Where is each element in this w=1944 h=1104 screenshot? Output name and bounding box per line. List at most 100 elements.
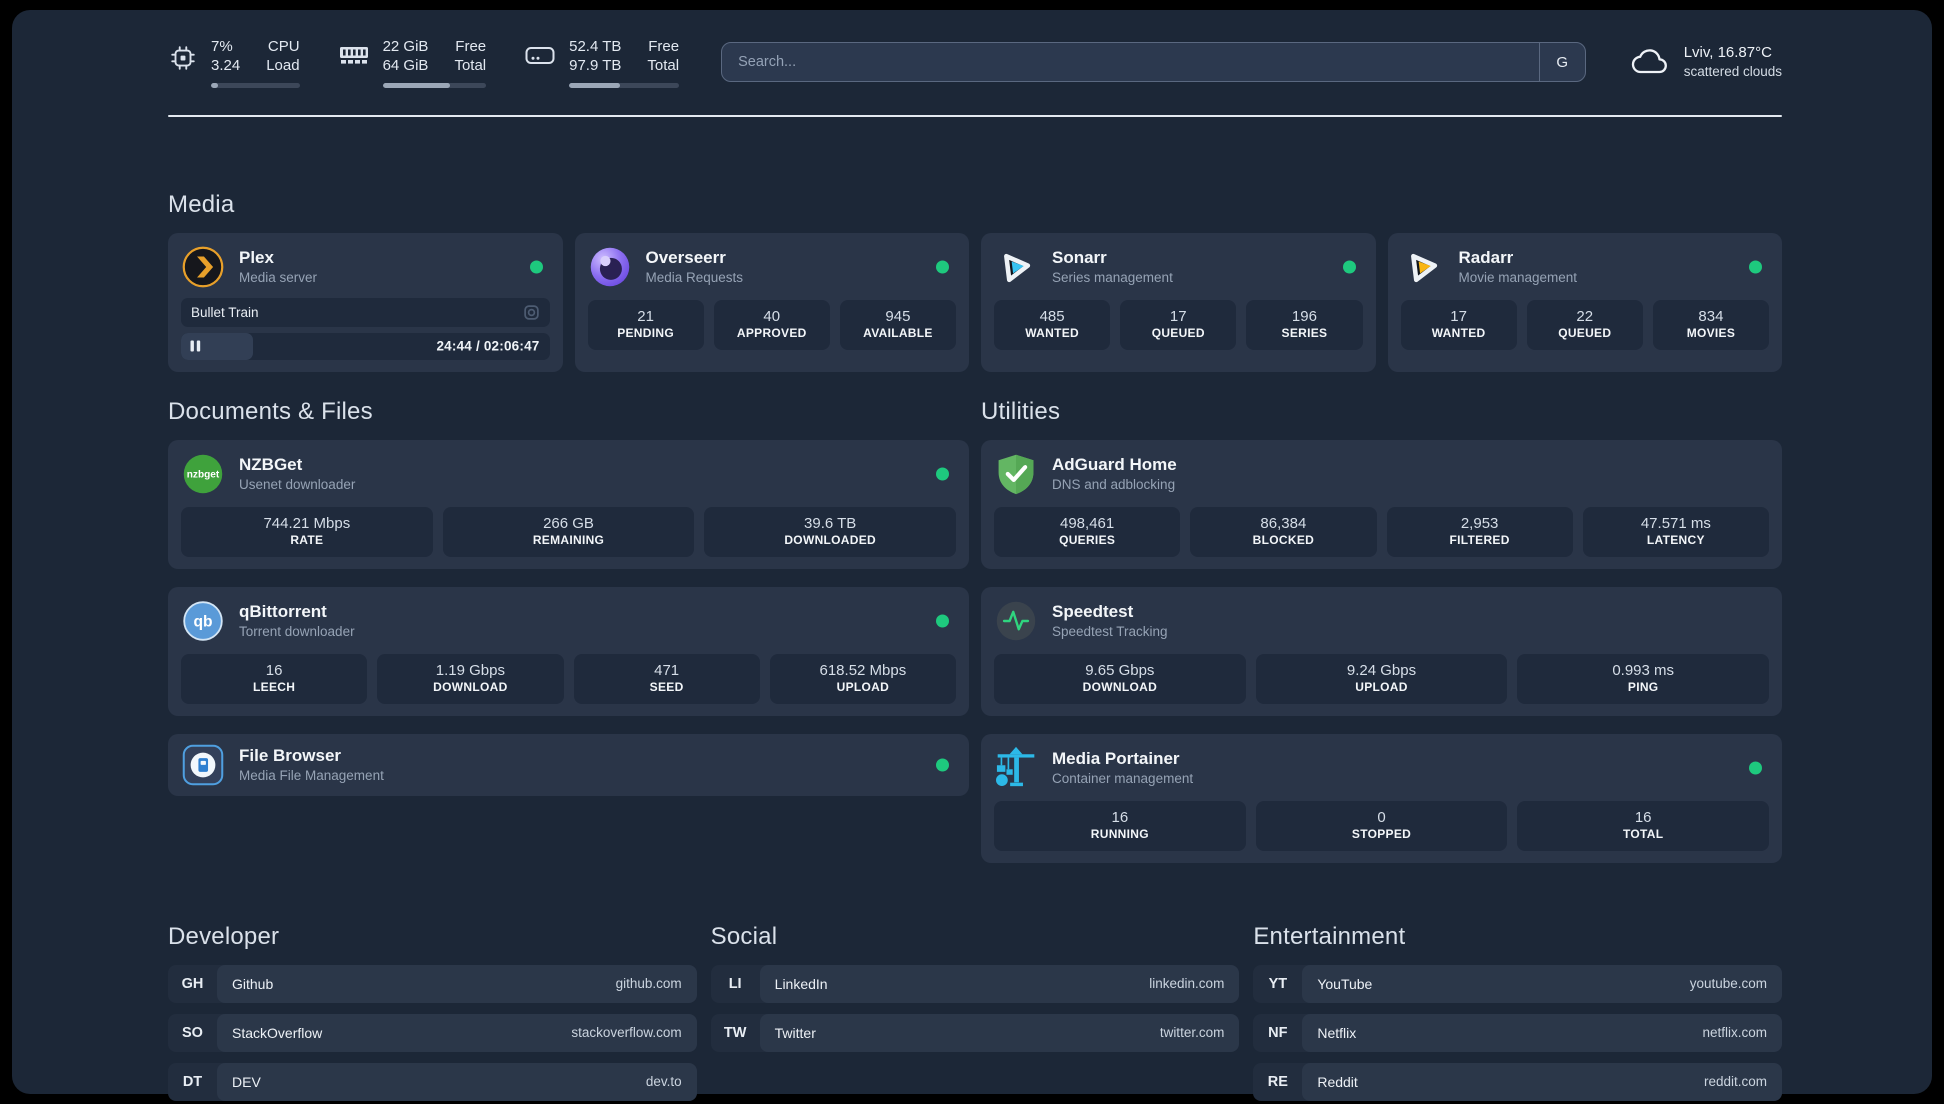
search-engine-button[interactable]: G — [1538, 43, 1585, 81]
cpu-load-value: 3.24 — [211, 57, 241, 74]
app-card-adguard[interactable]: AdGuard Home DNS and adblocking 498,461 … — [981, 439, 1782, 569]
link-netflix[interactable]: NF Netflix netflix.com — [1253, 1013, 1782, 1052]
disk-free-value: 52.4 TB — [569, 37, 622, 55]
app-description: DNS and adblocking — [1052, 476, 1176, 492]
section-title-utilities: Utilities — [981, 397, 1061, 425]
disk-progress-fill — [569, 82, 620, 88]
ram-icon — [338, 43, 370, 67]
link-github[interactable]: GH Github github.com — [168, 964, 697, 1003]
app-description: Media Requests — [645, 269, 744, 285]
pause-icon[interactable] — [190, 340, 201, 352]
section-utilities: Utilities AdGuard Home DNS and adblockin… — [981, 398, 1782, 863]
app-description: Movie management — [1458, 269, 1578, 285]
app-name: Overseerr — [645, 247, 726, 267]
link-name: Netflix — [1317, 1024, 1357, 1041]
app-card-plex[interactable]: Plex Media server Bullet Train 24:44 / 0… — [168, 232, 563, 372]
cloud-icon — [1630, 46, 1672, 78]
status-online-dot — [936, 614, 949, 628]
section-title-developer: Developer — [168, 922, 280, 950]
app-description: Speedtest Tracking — [1052, 623, 1168, 639]
disk-stats-widget: 52.4 TB 97.9 TB Free Total — [524, 37, 680, 88]
section-title-entertainment: Entertainment — [1253, 922, 1406, 950]
section-title-documents: Documents & Files — [168, 397, 373, 425]
stat-pending: 21 PENDING — [587, 299, 704, 350]
memory-free-value: 22 GiB — [382, 37, 429, 55]
link-name: Twitter — [774, 1024, 816, 1041]
stat-stopped: 0 STOPPED — [1255, 800, 1508, 851]
stat-downloaded: 39.6 TB DOWNLOADED — [704, 506, 957, 557]
dashboard-frame: 7% 3.24 CPU Load 22 GiB 64 GiB Free Tota… — [12, 10, 1932, 1101]
link-stackoverflow[interactable]: SO StackOverflow stackoverflow.com — [168, 1013, 697, 1052]
memory-stats-widget: 22 GiB 64 GiB Free Total — [338, 37, 487, 88]
app-card-qbittorrent[interactable]: qb qBittorrent Torrent downloader 16 LEE… — [168, 586, 969, 716]
stat-download: 9.65 Gbps DOWNLOAD — [994, 653, 1246, 704]
stat-blocked: 86,384 BLOCKED — [1190, 506, 1377, 557]
stat-running: 16 RUNNING — [994, 800, 1246, 851]
stat-series: 196 SERIES — [1246, 299, 1363, 350]
search-bar[interactable]: G — [721, 42, 1586, 82]
top-bar: 7% 3.24 CPU Load 22 GiB 64 GiB Free Tota… — [168, 36, 1782, 88]
app-name: Radarr — [1458, 247, 1514, 267]
stat-upload: 618.52 Mbps UPLOAD — [769, 653, 956, 704]
link-url: stackoverflow.com — [571, 1025, 682, 1041]
status-online-dot — [1342, 260, 1356, 273]
link-name: Reddit — [1317, 1073, 1358, 1090]
link-badge: YT — [1268, 975, 1288, 992]
svg-text:qb: qb — [193, 613, 212, 630]
link-url: linkedin.com — [1149, 976, 1225, 992]
section-documents: Documents & Files nzbget NZBGet Usenet d… — [168, 398, 969, 796]
stat-available: 945 AVAILABLE — [839, 299, 957, 350]
overseerr-icon — [588, 245, 632, 289]
link-youtube[interactable]: YT YouTube youtube.com — [1253, 964, 1782, 1003]
cpu-icon — [168, 43, 198, 73]
now-playing-title: Bullet Train — [191, 304, 259, 320]
stat-queued: 17 QUEUED — [1120, 299, 1237, 350]
playback-time: 24:44 / 02:06:47 — [436, 338, 540, 354]
stat-approved: 40 APPROVED — [713, 299, 830, 350]
app-card-portainer[interactable]: Media Portainer Container management 16 … — [981, 733, 1782, 863]
stat-movies: 834 MOVIES — [1652, 299, 1770, 350]
stat-filtered: 2,953 FILTERED — [1386, 506, 1573, 557]
app-card-nzbget[interactable]: nzbget NZBGet Usenet downloader 744.21 M… — [168, 439, 969, 569]
app-name: qBittorrent — [239, 602, 327, 622]
link-twitter[interactable]: TW Twitter twitter.com — [710, 1013, 1240, 1052]
memory-total-value: 64 GiB — [382, 57, 429, 74]
now-playing-title-row: Bullet Train — [181, 297, 550, 327]
system-stats: 7% 3.24 CPU Load 22 GiB 64 GiB Free Tota… — [168, 37, 680, 88]
app-description: Usenet downloader — [239, 476, 356, 492]
cpu-usage-value: 7% — [211, 37, 233, 55]
video-type-icon — [523, 304, 540, 321]
stat-download: 1.19 Gbps DOWNLOAD — [377, 653, 564, 704]
app-card-sonarr[interactable]: Sonarr Series management 485 WANTED 17 Q… — [981, 232, 1376, 372]
link-url: twitter.com — [1159, 1025, 1225, 1041]
app-card-filebrowser[interactable]: File Browser Media File Management — [168, 733, 969, 796]
cpu-progress-track — [211, 82, 300, 88]
stat-remaining: 266 GB REMAINING — [442, 506, 695, 557]
app-card-speedtest[interactable]: Speedtest Speedtest Tracking 9.65 Gbps D… — [981, 586, 1782, 716]
status-online-dot — [1749, 761, 1762, 775]
section-developer: Developer GH Github github.com SO StackO… — [168, 923, 697, 1101]
weather-location: Lviv, 16.87°C — [1683, 43, 1772, 61]
link-dev[interactable]: DT DEV dev.to — [168, 1062, 697, 1101]
link-reddit[interactable]: RE Reddit reddit.com — [1253, 1062, 1782, 1101]
svg-text:nzbget: nzbget — [187, 469, 220, 480]
app-card-radarr[interactable]: Radarr Movie management 17 WANTED 22 QUE… — [1387, 232, 1782, 372]
app-name: File Browser — [239, 746, 342, 766]
qbittorrent-icon: qb — [181, 599, 225, 643]
link-linkedin[interactable]: LI LinkedIn linkedin.com — [710, 964, 1240, 1003]
memory-progress-track — [382, 82, 487, 88]
link-name: LinkedIn — [774, 975, 828, 992]
weather-condition: scattered clouds — [1683, 64, 1782, 80]
stat-queries: 498,461 QUERIES — [994, 506, 1181, 557]
stat-queued: 22 QUEUED — [1526, 299, 1643, 350]
memory-total-label: Total — [454, 57, 487, 74]
cpu-progress-fill — [211, 82, 219, 88]
app-description: Container management — [1052, 770, 1194, 786]
app-card-overseerr[interactable]: Overseerr Media Requests 21 PENDING 40 A… — [574, 232, 969, 372]
memory-free-label: Free — [455, 37, 487, 55]
app-name: NZBGet — [239, 454, 303, 474]
status-online-dot — [936, 467, 949, 480]
link-url: dev.to — [645, 1074, 682, 1090]
search-input[interactable] — [722, 43, 1539, 81]
memory-progress-fill — [382, 82, 450, 88]
